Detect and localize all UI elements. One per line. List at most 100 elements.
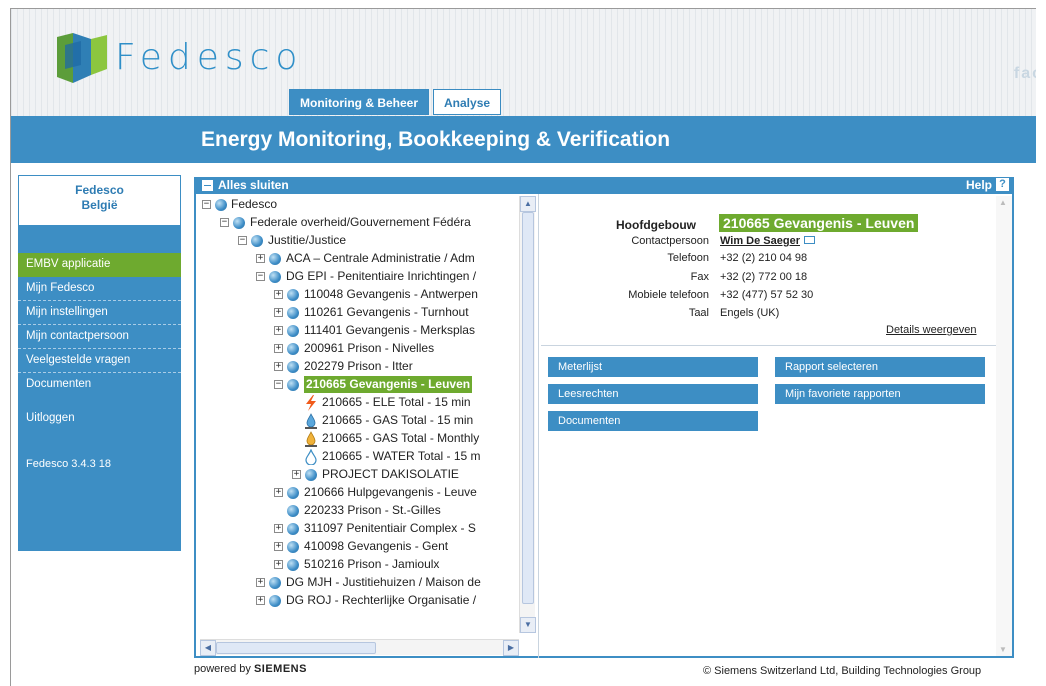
version-label: Fedesco 3.4.3 18	[26, 458, 112, 470]
help-icon[interactable]: ?	[996, 178, 1009, 191]
scroll-up-icon[interactable]: ▲	[520, 196, 536, 212]
collapse-toggle-icon[interactable]: −	[238, 236, 247, 245]
gas-meter-icon	[305, 413, 317, 429]
expand-toggle-icon[interactable]: +	[274, 344, 283, 353]
contact-link[interactable]: Wim De Saeger	[720, 235, 800, 247]
favoriete-rapporten-button[interactable]: Mijn favoriete rapporten	[775, 384, 985, 404]
tree-node[interactable]: + 202279 Prison - Itter	[200, 358, 520, 376]
node-globe-icon	[287, 379, 299, 391]
sidebar-org-name: Fedesco	[75, 183, 124, 197]
rapport-selecteren-button[interactable]: Rapport selecteren	[775, 357, 985, 377]
scroll-down-icon[interactable]: ▼	[520, 617, 536, 633]
tree-node[interactable]: + 200961 Prison - Nivelles	[200, 340, 520, 358]
scroll-up-icon[interactable]: ▲	[999, 198, 1007, 207]
scroll-thumb[interactable]	[216, 642, 376, 654]
tree-node[interactable]: 210665 - GAS Total - 15 min	[200, 412, 520, 430]
fax-value: +32 (2) 772 00 18	[720, 271, 808, 283]
tab-analyse[interactable]: Analyse	[433, 89, 502, 115]
meterlijst-button[interactable]: Meterlijst	[548, 357, 758, 377]
node-globe-icon	[269, 595, 281, 607]
tree-node[interactable]: 220233 Prison - St.-Gilles	[200, 502, 520, 520]
node-globe-icon	[287, 289, 299, 301]
sidebar-item-mijn-instellingen[interactable]: Mijn instellingen	[18, 301, 181, 325]
expand-toggle-icon[interactable]: +	[274, 542, 283, 551]
app-frame: Fedesco fac Monitoring & Beheer Analyse …	[10, 8, 1036, 686]
expand-toggle-icon[interactable]: +	[274, 326, 283, 335]
tree-node[interactable]: 210665 - GAS Total - Monthly	[200, 430, 520, 448]
expand-toggle-icon[interactable]: +	[274, 524, 283, 533]
sidebar-item-mijn-contactpersoon[interactable]: Mijn contactpersoon	[18, 325, 181, 349]
documenten-button[interactable]: Documenten	[548, 411, 758, 431]
scroll-thumb[interactable]	[522, 212, 534, 604]
tree-node-selected[interactable]: − 210665 Gevangenis - Leuven	[200, 376, 520, 394]
expand-toggle-icon[interactable]: +	[256, 578, 265, 587]
node-globe-icon	[287, 343, 299, 355]
tree-node[interactable]: 210665 - ELE Total - 15 min	[200, 394, 520, 412]
expand-toggle-icon[interactable]: +	[274, 362, 283, 371]
header: Fedesco fac Monitoring & Beheer Analyse	[11, 9, 1036, 116]
help-link[interactable]: Help	[966, 178, 992, 192]
panel-body: − Fedesco − Federale overheid/Gouverneme…	[194, 194, 1014, 658]
copyright: © Siemens Switzerland Ltd, Building Tech…	[703, 665, 982, 677]
header-right-text: fac	[1013, 65, 1036, 82]
tree-node[interactable]: + 110261 Gevangenis - Turnhout	[200, 304, 520, 322]
tree-node[interactable]: + 110048 Gevangenis - Antwerpen	[200, 286, 520, 304]
tree-node[interactable]: + 311097 Penitentiair Complex - S	[200, 520, 520, 538]
sidebar-item-veelgestelde-vragen[interactable]: Veelgestelde vragen	[18, 349, 181, 373]
tree-node[interactable]: + 410098 Gevangenis - Gent	[200, 538, 520, 556]
sidebar-item-embv-applicatie[interactable]: EMBV applicatie	[18, 253, 181, 277]
tree-node[interactable]: + PROJECT DAKISOLATIE	[200, 466, 520, 484]
node-globe-icon	[269, 271, 281, 283]
tree-node[interactable]: + 111401 Gevangenis - Merksplas	[200, 322, 520, 340]
collapse-toggle-icon[interactable]: −	[202, 200, 211, 209]
expand-toggle-icon[interactable]: +	[274, 488, 283, 497]
tree-node[interactable]: − DG EPI - Penitentiaire Inrichtingen /	[200, 268, 520, 286]
scroll-down-icon[interactable]: ▼	[999, 645, 1007, 654]
node-globe-icon	[215, 199, 227, 211]
tree-node[interactable]: + ACA – Centrale Administratie / Adm	[200, 250, 520, 268]
node-globe-icon	[287, 307, 299, 319]
expand-toggle-icon[interactable]: +	[274, 308, 283, 317]
tree-node[interactable]: − Fedesco	[200, 196, 520, 214]
contact-label: Contactpersoon	[631, 235, 709, 247]
leesrechten-button[interactable]: Leesrechten	[548, 384, 758, 404]
collapse-toggle-icon[interactable]: −	[220, 218, 229, 227]
mail-icon[interactable]	[804, 236, 815, 244]
collapse-toggle-icon[interactable]: −	[274, 380, 283, 389]
panel-toolbar: Alles sluiten Help ?	[194, 177, 1014, 194]
logout-link[interactable]: Uitloggen	[18, 407, 181, 431]
expand-toggle-icon[interactable]: +	[274, 290, 283, 299]
tree-horizontal-scrollbar[interactable]: ◀ ▶	[200, 639, 519, 656]
fedesco-logo-icon	[57, 33, 107, 83]
gas-meter-icon	[305, 431, 317, 447]
scroll-right-icon[interactable]: ▶	[503, 640, 519, 656]
tree-node[interactable]: + 210666 Hulpgevangenis - Leuve	[200, 484, 520, 502]
expand-toggle-icon[interactable]: +	[256, 254, 265, 263]
tree-node[interactable]: + DG MJH - Justitiehuizen / Maison de	[200, 574, 520, 592]
water-meter-icon	[305, 449, 317, 465]
mobile-label: Mobiele telefoon	[628, 289, 709, 301]
tree-vertical-scrollbar[interactable]: ▲ ▼	[519, 196, 536, 633]
expand-toggle-icon[interactable]: +	[256, 596, 265, 605]
tree-node[interactable]: 210665 - WATER Total - 15 m	[200, 448, 520, 466]
electricity-meter-icon	[306, 395, 316, 411]
node-globe-icon	[251, 235, 263, 247]
sidebar-item-mijn-fedesco[interactable]: Mijn Fedesco	[18, 277, 181, 301]
expand-toggle-icon[interactable]: +	[274, 560, 283, 569]
siemens-logo: SIEMENS	[253, 663, 307, 675]
collapse-all-icon[interactable]	[202, 180, 213, 191]
node-globe-icon	[287, 487, 299, 499]
tree-node[interactable]: + 510216 Prison - Jamioulx	[200, 556, 520, 574]
detail-vertical-scrollbar[interactable]: ▲ ▼	[996, 196, 1012, 656]
tree-node[interactable]: + DG ROJ - Rechterlijke Organisatie /	[200, 592, 520, 610]
expand-toggle-icon[interactable]: +	[292, 470, 301, 479]
details-link[interactable]: Details weergeven	[886, 324, 977, 336]
sidebar-item-documenten[interactable]: Documenten	[18, 373, 181, 397]
scroll-left-icon[interactable]: ◀	[200, 640, 216, 656]
collapse-toggle-icon[interactable]: −	[256, 272, 265, 281]
title-bar: Energy Monitoring, Bookkeeping & Verific…	[11, 116, 1036, 163]
tree-node[interactable]: − Justitie/Justice	[200, 232, 520, 250]
tree-node[interactable]: − Federale overheid/Gouvernement Fédéra	[200, 214, 520, 232]
collapse-all-button[interactable]: Alles sluiten	[218, 178, 289, 192]
tab-monitoring-beheer[interactable]: Monitoring & Beheer	[289, 89, 430, 115]
